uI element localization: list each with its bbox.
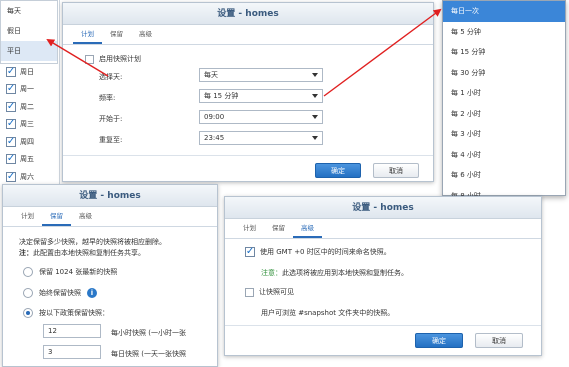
arrow-to-frequency-dropdown (323, 8, 442, 97)
arrow-to-day-options (46, 38, 109, 77)
annotation-arrows (46, 8, 442, 97)
